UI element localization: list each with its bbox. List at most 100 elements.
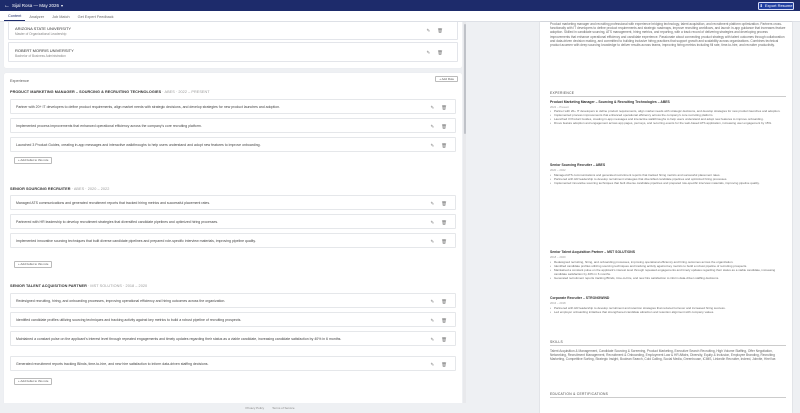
preview-bullet: Generated recruitment reports tracking B… bbox=[550, 276, 786, 281]
preview-job-date: 2020 – 2022 bbox=[550, 168, 566, 172]
job-title: SENIOR SOURCING RECRUITER · ABES · 2020 … bbox=[10, 187, 109, 191]
bullet-text: Managed ATS communications and generated… bbox=[16, 201, 211, 205]
degree-name: Bachelor of Business Administration bbox=[15, 53, 66, 58]
trash-icon[interactable]: 🗑 bbox=[441, 337, 447, 343]
job-title-text: SENIOR SOURCING RECRUITER bbox=[10, 187, 71, 191]
preview-bullet: Led employer onboarding initiatives that… bbox=[550, 310, 786, 315]
job-title: PRODUCT MARKETING MANAGER – SOURCING & R… bbox=[10, 90, 210, 94]
download-icon: ⬇ bbox=[759, 3, 763, 8]
edit-icon[interactable]: ✎ bbox=[431, 143, 435, 149]
trash-icon[interactable]: 🗑 bbox=[441, 105, 447, 111]
trash-icon[interactable]: 🗑 bbox=[441, 201, 447, 207]
edit-icon[interactable]: ✎ bbox=[431, 337, 435, 343]
edit-icon[interactable]: ✎ bbox=[431, 239, 435, 245]
scrollbar-thumb[interactable] bbox=[463, 24, 466, 134]
preview-bullet: Drove feature adoption and engagement ac… bbox=[550, 121, 786, 126]
add-bullet-button[interactable]: + Add bullet to this role bbox=[14, 261, 53, 268]
trash-icon[interactable]: 🗑 bbox=[441, 299, 447, 305]
edit-icon[interactable]: ✎ bbox=[431, 220, 435, 226]
preview-job-date: 2018 – 2020 bbox=[550, 255, 566, 259]
trash-icon[interactable]: 🗑 bbox=[441, 124, 447, 130]
experience-card: Experience + Add Role PRODUCT MARKETING … bbox=[4, 73, 462, 403]
preview-job-title: Product Marketing Manager – Sourcing & R… bbox=[550, 100, 670, 104]
trash-icon[interactable]: 🗑 bbox=[441, 239, 447, 245]
tab-expert-feedback[interactable]: Get Expert Feedback bbox=[74, 12, 118, 21]
edit-icon[interactable]: ✎ bbox=[427, 50, 431, 56]
bullet-text: Maintained a constant pulse on the appli… bbox=[16, 337, 342, 341]
bullet-text: Launched 3 Product Guides, creating in-a… bbox=[16, 143, 261, 147]
job-meta: · ABES · 2020 – 2022 bbox=[71, 187, 110, 191]
skills-text: Talent Acquisition & Management, Candida… bbox=[550, 349, 777, 362]
bullet-row[interactable]: Redesigned recruiting, hiring, and onboa… bbox=[10, 293, 456, 308]
editor-scrollbar[interactable] bbox=[463, 22, 466, 403]
resume-preview: Product marketing manager and recruiting… bbox=[540, 22, 792, 413]
bullet-row[interactable]: Implemented process improvements that en… bbox=[10, 118, 456, 133]
bullet-text: Redesigned recruiting, hiring, and onboa… bbox=[16, 299, 226, 303]
export-resume-button[interactable]: ⬇ Export Resume bbox=[758, 1, 794, 10]
resume-title-dropdown[interactable]: Sijal Rosa — May 2026 ▾ bbox=[12, 3, 63, 8]
top-bar: ← Sijal Rosa — May 2026 ▾ ⬇ Export Resum… bbox=[0, 0, 800, 11]
preview-job-title: Corporate Recruiter – STRONGWIND bbox=[550, 296, 610, 300]
chevron-down-icon: ▾ bbox=[61, 3, 64, 8]
privacy-policy-link[interactable]: Privacy Policy bbox=[245, 406, 264, 410]
terms-link[interactable]: Terms of Service bbox=[272, 406, 294, 410]
bullet-row[interactable]: Managed ATS communications and generated… bbox=[10, 195, 456, 210]
bullet-text: Implemented process improvements that en… bbox=[16, 124, 202, 128]
bullet-row[interactable]: Maintained a constant pulse on the appli… bbox=[10, 331, 456, 346]
preview-bullet-list: Partnered with HR leadership to develop … bbox=[550, 307, 786, 331]
preview-job-title: Senior Sourcing Recruiter – ABES bbox=[550, 163, 606, 167]
education-item[interactable]: ROBERT MORRIS UNIVERSITY Bachelor of Bus… bbox=[8, 42, 458, 62]
bullet-text: Partnered with HR leadership to develop … bbox=[16, 220, 219, 224]
skills-heading: SKILLS bbox=[550, 340, 563, 344]
job-meta: · ABES · 2022 – PRESENT bbox=[162, 90, 210, 94]
bullet-row[interactable]: Implemented innovative sourcing techniqu… bbox=[10, 233, 456, 248]
job-meta: · MST SOLUTIONS · 2018 – 2020 bbox=[88, 284, 148, 288]
degree-name: Master of Organizational Leadership bbox=[15, 31, 67, 36]
edit-icon[interactable]: ✎ bbox=[431, 124, 435, 130]
resume-title: Sijal Rosa — May 2026 bbox=[12, 3, 60, 8]
experience-heading: EXPERIENCE bbox=[550, 91, 575, 95]
edit-icon[interactable]: ✎ bbox=[431, 318, 435, 324]
trash-icon[interactable]: 🗑 bbox=[441, 220, 447, 226]
bullet-row[interactable]: Launched 3 Product Guides, creating in-a… bbox=[10, 137, 456, 152]
bullet-row[interactable]: Partner with 20+ IT developers to define… bbox=[10, 99, 456, 114]
trash-icon[interactable]: 🗑 bbox=[441, 143, 447, 149]
trash-icon[interactable]: 🗑 bbox=[441, 362, 447, 368]
edit-icon[interactable]: ✎ bbox=[431, 201, 435, 207]
tab-bar: Content Analyzer Job Match Get Expert Fe… bbox=[0, 11, 800, 22]
bullet-row[interactable]: Partnered with HR leadership to develop … bbox=[10, 214, 456, 229]
export-resume-label: Export Resume bbox=[764, 3, 793, 8]
summary-text: Product marketing manager and recruiting… bbox=[550, 22, 786, 48]
bullet-text: Generated recruitment reports tracking B… bbox=[16, 362, 209, 366]
trash-icon[interactable]: 🗑 bbox=[441, 318, 447, 324]
tab-job-match[interactable]: Job Match bbox=[48, 12, 74, 21]
education-card: ARIZONA STATE UNIVERSITY Master of Organ… bbox=[4, 22, 462, 68]
bullet-row[interactable]: Identified candidate profiles utilizing … bbox=[10, 312, 456, 327]
trash-icon[interactable]: 🗑 bbox=[437, 50, 443, 56]
preview-bullet-list: Managed ATS communications and generated… bbox=[550, 174, 786, 216]
preview-bullet: Implemented innovative sourcing techniqu… bbox=[550, 181, 786, 186]
trash-icon[interactable]: 🗑 bbox=[437, 28, 443, 34]
edit-icon[interactable]: ✎ bbox=[427, 28, 431, 34]
resume-editor: ARIZONA STATE UNIVERSITY Master of Organ… bbox=[0, 22, 462, 403]
job-title: SENIOR TALENT ACQUISITION PARTNER · MST … bbox=[10, 284, 147, 288]
experience-section-label: Experience bbox=[10, 79, 29, 83]
add-role-button[interactable]: + Add Role bbox=[435, 76, 458, 82]
bullet-row[interactable]: Generated recruitment reports tracking B… bbox=[10, 356, 456, 371]
preview-bullet-list: Redesigned recruiting, hiring, and onboa… bbox=[550, 261, 786, 313]
bullet-text: Partner with 20+ IT developers to define… bbox=[16, 105, 281, 109]
footer: Privacy Policy Terms of Service bbox=[0, 403, 540, 413]
job-title-text: SENIOR TALENT ACQUISITION PARTNER bbox=[10, 284, 87, 288]
education-item[interactable]: ARIZONA STATE UNIVERSITY Master of Organ… bbox=[8, 22, 458, 40]
edit-icon[interactable]: ✎ bbox=[431, 362, 435, 368]
edit-icon[interactable]: ✎ bbox=[431, 105, 435, 111]
preview-job-title: Senior Talent Acquisition Partner – MST … bbox=[550, 250, 635, 254]
edit-icon[interactable]: ✎ bbox=[431, 299, 435, 305]
add-bullet-button[interactable]: + Add bullet to this role bbox=[14, 157, 53, 164]
tab-content[interactable]: Content bbox=[4, 12, 26, 21]
tab-analyzer[interactable]: Analyzer bbox=[25, 12, 48, 21]
job-title-text: PRODUCT MARKETING MANAGER – SOURCING & R… bbox=[10, 90, 162, 94]
back-arrow-icon[interactable]: ← bbox=[4, 3, 12, 9]
bullet-text: Implemented innovative sourcing techniqu… bbox=[16, 239, 256, 243]
add-bullet-button[interactable]: + Add bullet to this role bbox=[14, 378, 53, 385]
